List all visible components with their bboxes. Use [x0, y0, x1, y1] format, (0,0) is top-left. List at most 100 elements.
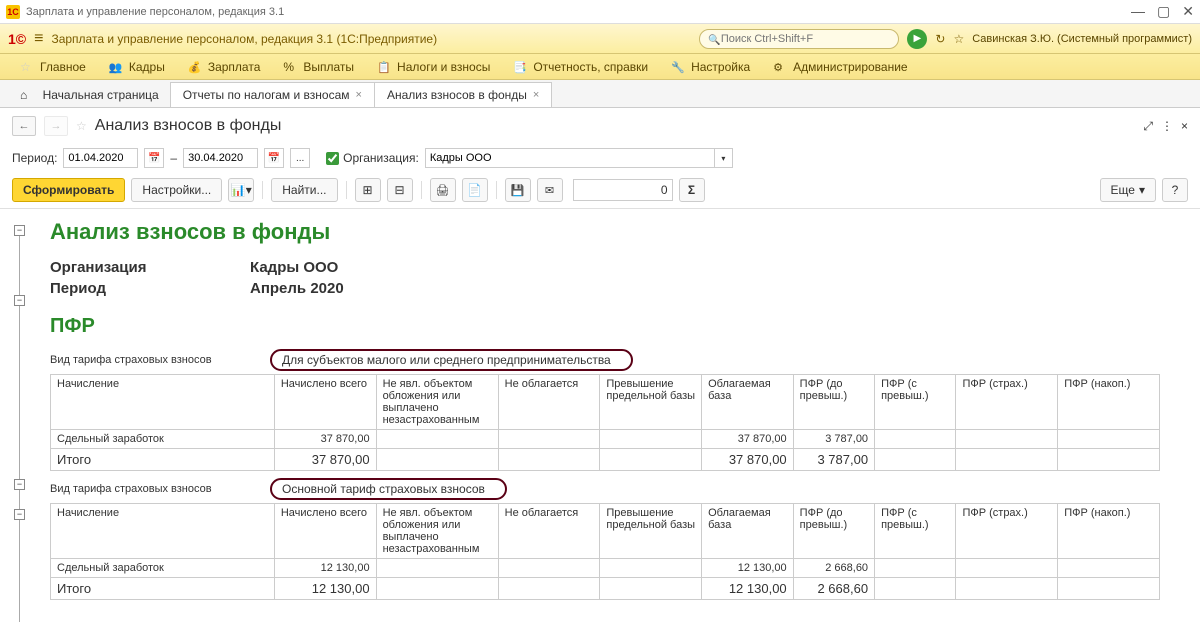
home-icon	[20, 88, 27, 102]
print-button[interactable]	[430, 178, 456, 202]
app-title: Зарплата и управление персоналом, редакц…	[51, 32, 437, 46]
tariff-value-highlighted: Для субъектов малого или среднего предпр…	[270, 349, 633, 371]
people-icon	[109, 60, 123, 74]
form-button[interactable]: Сформировать	[12, 178, 125, 202]
tab-home[interactable]: Начальная страница	[8, 83, 171, 107]
menu-kadry[interactable]: Кадры	[99, 56, 175, 78]
col-header: Облагаемая база	[702, 504, 794, 559]
menu-nastroika[interactable]: Настройка	[661, 56, 760, 78]
history-icon[interactable]: ↻	[935, 32, 945, 46]
tab-analysis[interactable]: Анализ взносов в фонды×	[374, 82, 552, 107]
date-from-input[interactable]	[63, 148, 138, 168]
window-title: Зарплата и управление персоналом, редакц…	[26, 6, 1131, 18]
period-label: Период	[50, 280, 250, 297]
title-bar: 1C Зарплата и управление персоналом, ред…	[0, 0, 1200, 24]
minimize-button[interactable]: —	[1131, 3, 1145, 20]
outline-toggle[interactable]: −	[14, 295, 25, 306]
org-value: Кадры ООО	[250, 259, 338, 276]
table-row[interactable]: Сдельный заработок 37 870,00 37 870,00 3…	[51, 430, 1160, 449]
send-button[interactable]	[537, 178, 563, 202]
org-dropdown-icon[interactable]: ▾	[715, 148, 733, 168]
col-header: Облагаемая база	[702, 375, 794, 430]
outline-toggle[interactable]: −	[14, 479, 25, 490]
org-input[interactable]	[425, 148, 715, 168]
close-window-button[interactable]: ✕	[1182, 3, 1194, 20]
tab-reports[interactable]: Отчеты по налогам и взносам×	[170, 82, 375, 107]
close-page-icon[interactable]: ×	[1181, 119, 1188, 134]
search-input[interactable]	[721, 33, 891, 45]
gear-icon	[773, 60, 787, 74]
menu-main[interactable]: Главное	[10, 56, 96, 78]
outline-gutter: − − − −	[10, 219, 40, 622]
col-header: Превышение предельной базы	[600, 504, 702, 559]
calendar-from-icon[interactable]: 📅	[144, 148, 164, 168]
run-button[interactable]: ▶	[907, 29, 927, 49]
menu-zarplata[interactable]: Зарплата	[178, 56, 271, 78]
collapse-groups-button[interactable]	[387, 178, 413, 202]
col-header: Не явл. объектом обложения или выплачено…	[376, 375, 498, 430]
col-header: ПФР (страх.)	[956, 375, 1058, 430]
tariff-label: Вид тарифа страховых взносов	[50, 483, 270, 495]
global-search[interactable]	[699, 29, 899, 49]
close-icon[interactable]: ×	[356, 89, 362, 101]
org-checkbox[interactable]	[326, 152, 339, 165]
outline-toggle[interactable]: −	[14, 509, 25, 520]
save-button[interactable]	[505, 178, 531, 202]
col-header: ПФР (до превыш.)	[793, 504, 874, 559]
outline-toggle[interactable]: −	[14, 225, 25, 236]
col-header: Не облагается	[498, 375, 600, 430]
app-logo-icon: 1C	[6, 5, 20, 19]
table-tariff-2: Начисление Начислено всего Не явл. объек…	[50, 503, 1160, 600]
col-header: ПФР (накоп.)	[1058, 375, 1160, 430]
hamburger-icon[interactable]	[34, 30, 43, 48]
tariff-value-highlighted: Основной тариф страховых взносов	[270, 478, 507, 500]
table-total-row: Итого 12 130,00 12 130,00 2 668,60	[51, 578, 1160, 600]
sum-display: 0	[573, 179, 673, 201]
col-header: Не явл. объектом обложения или выплачено…	[376, 504, 498, 559]
more-button[interactable]: Еще ▾	[1100, 178, 1156, 202]
report-title: Анализ взносов в фонды	[50, 219, 1180, 245]
menu-otchet[interactable]: Отчетность, справки	[503, 56, 658, 78]
report-toolbar: Сформировать Настройки... 📊▾ Найти... 📄 …	[0, 172, 1200, 209]
date-separator: –	[170, 151, 177, 165]
nav-forward-button[interactable]: →	[44, 116, 68, 136]
find-button[interactable]: Найти...	[271, 178, 337, 202]
close-icon[interactable]: ×	[533, 89, 539, 101]
tax-icon	[377, 60, 391, 74]
nav-back-button[interactable]: ←	[12, 116, 36, 136]
col-header: Начислено всего	[274, 375, 376, 430]
menu-nalogi[interactable]: Налоги и взносы	[367, 56, 500, 78]
print-preview-button[interactable]: 📄	[462, 178, 488, 202]
col-header: Превышение предельной базы	[600, 375, 702, 430]
help-button[interactable]: ?	[1162, 178, 1188, 202]
table-total-row: Итого 37 870,00 37 870,00 3 787,00	[51, 449, 1160, 471]
favorite-icon[interactable]: ☆	[953, 32, 964, 46]
sum-button[interactable]	[679, 178, 705, 202]
wrench-icon	[671, 60, 685, 74]
section-menu: Главное Кадры Зарплата Выплаты Налоги и …	[0, 54, 1200, 80]
period-picker-button[interactable]: ...	[290, 148, 310, 168]
favorite-page-icon[interactable]	[76, 119, 87, 133]
expand-groups-button[interactable]	[355, 178, 381, 202]
org-filter[interactable]: Организация:	[326, 151, 419, 165]
table-tariff-1: Начисление Начислено всего Не явл. объек…	[50, 374, 1160, 471]
org-label: Организация	[50, 259, 250, 276]
calendar-to-icon[interactable]: 📅	[264, 148, 284, 168]
period-value: Апрель 2020	[250, 280, 344, 297]
logo-1c-icon: 1©	[8, 31, 26, 47]
menu-admin[interactable]: Администрирование	[763, 56, 917, 78]
variants-button[interactable]: 📊▾	[228, 178, 254, 202]
menu-vyplaty[interactable]: Выплаты	[273, 56, 364, 78]
maximize-button[interactable]: ▢	[1157, 3, 1170, 20]
col-header: Начисление	[51, 375, 275, 430]
date-to-input[interactable]	[183, 148, 258, 168]
main-bar: 1© Зарплата и управление персоналом, ред…	[0, 24, 1200, 54]
table-row[interactable]: Сдельный заработок 12 130,00 12 130,00 2…	[51, 559, 1160, 578]
open-new-window-icon[interactable]	[1143, 119, 1153, 134]
current-user[interactable]: Савинская З.Ю. (Системный программист)	[972, 33, 1192, 45]
col-header: ПФР (до превыш.)	[793, 375, 874, 430]
page-menu-icon[interactable]	[1161, 119, 1173, 134]
settings-button[interactable]: Настройки...	[131, 178, 222, 202]
page-header: ← → Анализ взносов в фонды ×	[0, 108, 1200, 144]
report-icon	[513, 60, 527, 74]
